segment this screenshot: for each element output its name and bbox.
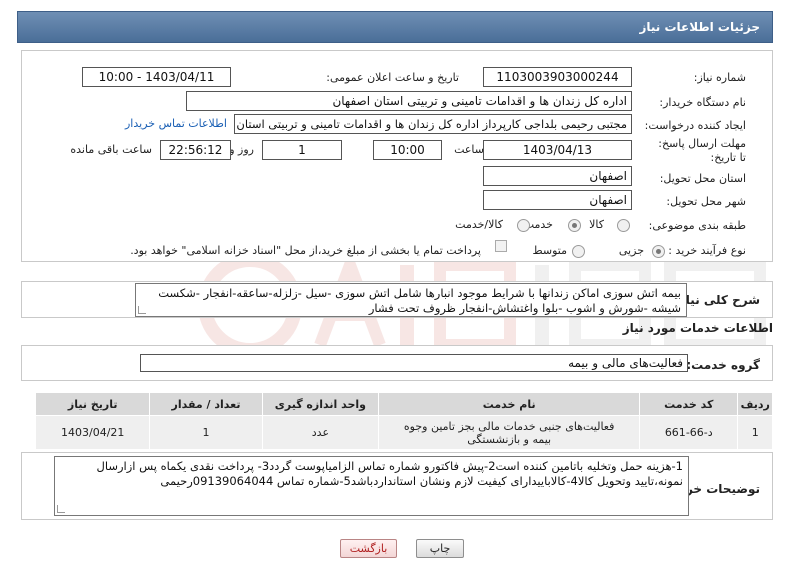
page-title: جزئیات اطلاعات نیاز (639, 20, 760, 34)
cell-service-code: د-66-661 (639, 415, 739, 450)
resize-grip-icon[interactable] (57, 505, 65, 513)
days-label: روز و (229, 143, 254, 156)
service-group-field[interactable]: فعالیت‌های مالی و بیمه (140, 354, 688, 372)
deadline-time-label: ساعت (454, 143, 484, 156)
need-number-label: شماره نیاز: (693, 71, 746, 84)
process-option-medium: متوسط (532, 244, 567, 257)
treasury-bonds-checkbox[interactable] (495, 240, 507, 252)
category-option-goods: کالا (589, 218, 604, 231)
col-service-code: کد خدمت (639, 392, 739, 416)
city-field[interactable]: اصفهان (483, 190, 632, 210)
days-remaining-field[interactable]: 1 (262, 140, 342, 160)
process-label: نوع فرآیند خرید : (668, 244, 746, 257)
announce-date-label: تاریخ و ساعت اعلان عمومی: (326, 71, 459, 84)
cell-quantity: 1 (149, 415, 263, 450)
print-button[interactable]: چاپ (416, 539, 464, 558)
buyer-notes-text: 1-هزینه حمل وتخلیه باتامین کننده است2-پی… (96, 459, 683, 488)
cell-row-number: 1 (737, 415, 773, 450)
buyer-contact-link[interactable]: اطلاعات تماس خریدار (125, 117, 227, 130)
service-group-label: گروه خدمت: (686, 358, 760, 372)
category-radio-goods[interactable] (617, 219, 630, 232)
remaining-time-label: ساعت باقی مانده (70, 143, 152, 156)
col-row-number: ردیف (737, 392, 773, 416)
province-label: استان محل تحویل: (659, 172, 746, 185)
cell-need-date: 1403/04/21 (34, 415, 151, 450)
category-radio-service[interactable] (568, 219, 581, 232)
creator-field[interactable]: مجتبی رحیمی بلداجی کارپرداز اداره کل زند… (234, 114, 632, 134)
province-field[interactable]: اصفهان (483, 166, 632, 186)
buyer-org-field[interactable]: اداره کل زندان ها و اقدامات تامینی و ترب… (186, 91, 632, 111)
table-header-row: ردیف کد خدمت نام خدمت واحد اندازه گیری ت… (34, 392, 773, 416)
category-option-goods-service: کالا/خدمت (455, 218, 503, 231)
buyer-org-label: نام دستگاه خریدار: (659, 96, 746, 109)
category-radio-goods-service[interactable] (517, 219, 530, 232)
col-need-date: تاریخ نیاز (34, 392, 151, 416)
remaining-time-field[interactable]: 22:56:12 (160, 140, 231, 160)
deadline-label: مهلت ارسال پاسخ: تا تاریخ: (658, 137, 746, 164)
page-header: جزئیات اطلاعات نیاز (17, 11, 773, 43)
col-unit: واحد اندازه گیری (261, 392, 380, 416)
city-label: شهر محل تحویل: (666, 195, 746, 208)
back-button[interactable]: بازگشت (340, 539, 397, 558)
process-option-minor: جزیی (618, 244, 644, 257)
need-number-field[interactable]: 1103003903000244 (483, 67, 632, 87)
announce-date-field[interactable]: 1403/04/11 - 10:00 (82, 67, 231, 87)
col-quantity: تعداد / مقدار (149, 392, 263, 416)
creator-label: ایجاد کننده درخواست: (644, 119, 746, 132)
deadline-time-field[interactable]: 10:00 (373, 140, 442, 160)
col-service-name: نام خدمت (378, 392, 641, 416)
resize-grip-icon[interactable] (138, 306, 146, 314)
need-summary-textarea[interactable]: بیمه اتش سوزی اماکن زندانها با شرایط موج… (135, 283, 687, 317)
process-note: پرداخت تمام یا بخشی از مبلغ خرید،از محل … (130, 244, 481, 257)
buyer-notes-textarea[interactable]: 1-هزینه حمل وتخلیه باتامین کننده است2-پی… (54, 456, 689, 516)
process-radio-minor[interactable] (652, 245, 665, 258)
cell-service-name: فعالیت‌های جنبی خدمات مالی بجز تامین وجو… (378, 415, 641, 450)
services-section-title: اطلاعات خدمات مورد نیاز (622, 321, 773, 335)
process-radio-medium[interactable] (572, 245, 585, 258)
table-row[interactable]: 1 د-66-661 فعالیت‌های جنبی خدمات مالی بج… (34, 415, 773, 450)
cell-unit: عدد (261, 415, 380, 450)
services-table: ردیف کد خدمت نام خدمت واحد اندازه گیری ت… (34, 392, 773, 450)
deadline-date-field[interactable]: 1403/04/13 (483, 140, 632, 160)
need-summary-text: بیمه اتش سوزی اماکن زندانها با شرایط موج… (158, 286, 681, 315)
category-label: طبقه بندی موضوعی: (648, 219, 746, 232)
